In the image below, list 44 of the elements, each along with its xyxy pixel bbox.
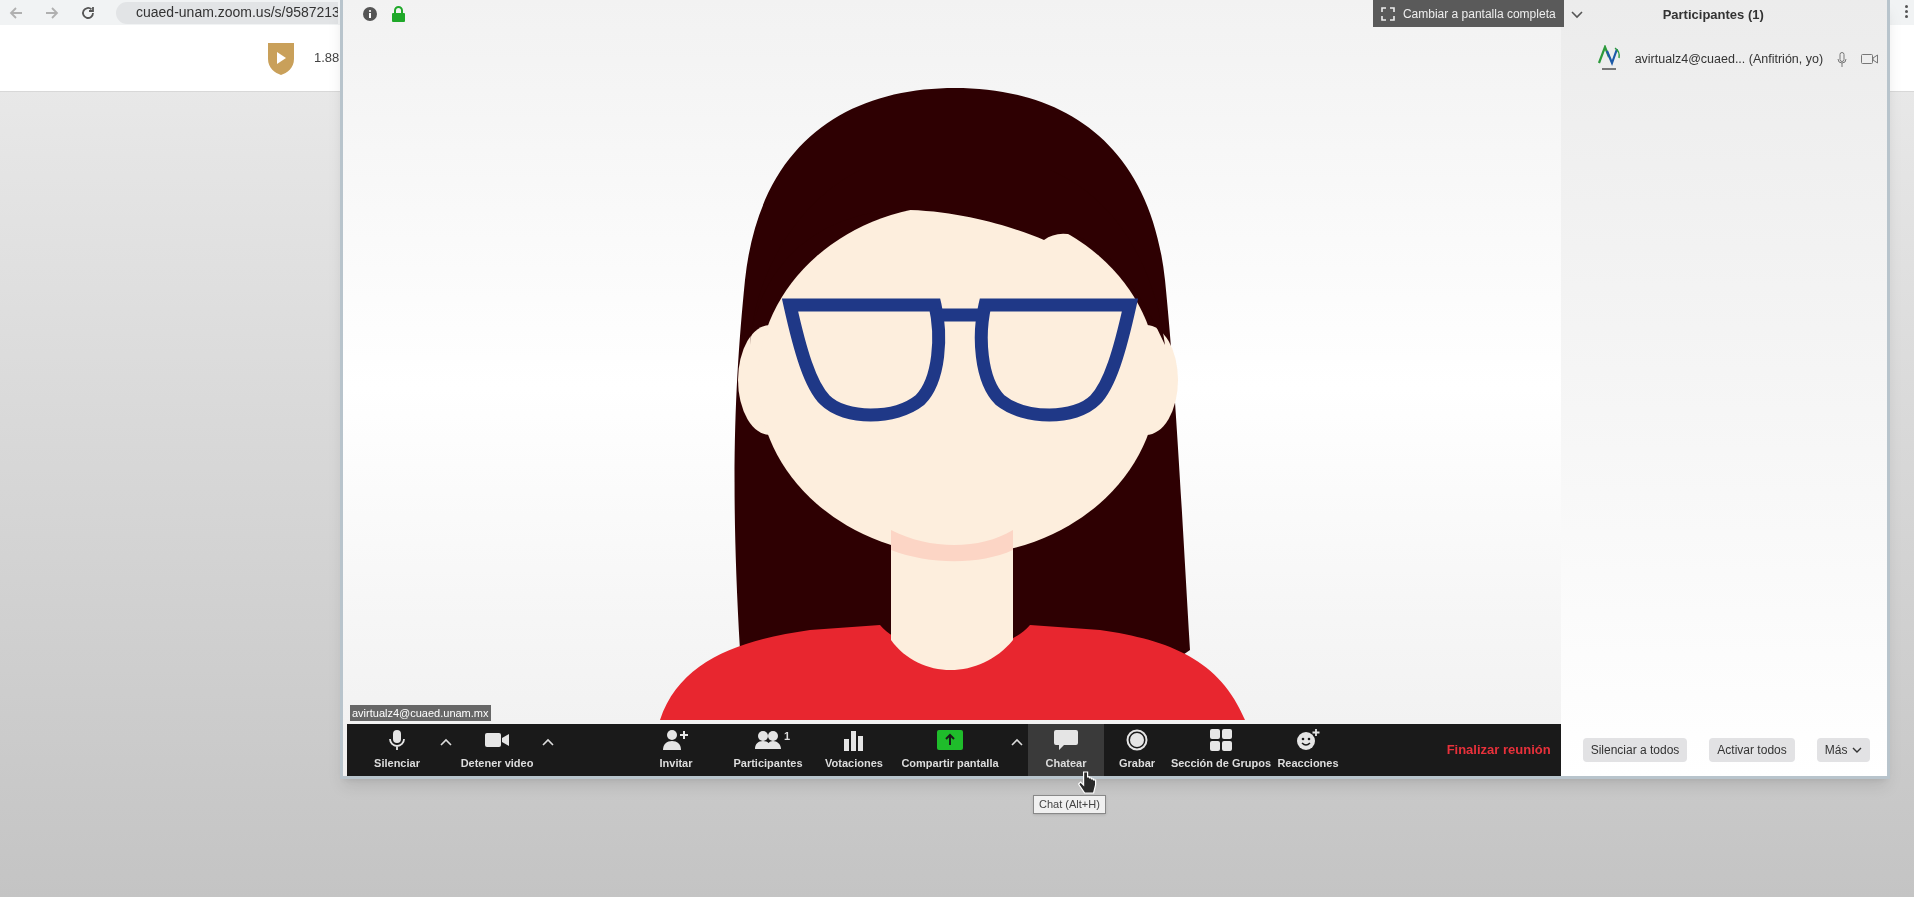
toolbar-button[interactable]: Reacciones [1276, 724, 1340, 776]
toolbar-button[interactable]: Votaciones [814, 724, 894, 776]
tooltip: Chat (Alt+H) [1033, 795, 1106, 814]
toolbar-button[interactable]: Detener video [457, 724, 537, 776]
toolbar-button[interactable]: Chatear [1028, 724, 1104, 776]
panel-button[interactable]: Más [1816, 738, 1871, 762]
fullscreen-button[interactable]: Cambiar a pantalla completa [1372, 0, 1564, 27]
chevron-down-icon [1852, 747, 1863, 753]
video-camera-icon[interactable] [1861, 53, 1879, 65]
kebab-menu-icon[interactable] [1905, 5, 1908, 18]
record-icon [1126, 728, 1148, 751]
reload-icon[interactable] [80, 4, 96, 21]
toolbar-button[interactable]: Invitar [644, 724, 708, 776]
panel-title: Participantes (1) [1662, 6, 1764, 25]
lock-icon[interactable] [392, 6, 405, 22]
toolbar-button[interactable]: Participantes 1 [722, 724, 814, 776]
page-text: 1.88 [314, 49, 340, 68]
fullscreen-icon [1380, 6, 1395, 21]
toolbar-button[interactable]: Compartir pantalla [894, 724, 1006, 776]
participant-count: 1 [784, 729, 791, 744]
smiley-icon [1296, 728, 1320, 751]
info-icon[interactable] [363, 7, 377, 21]
caret-up-icon[interactable] [440, 738, 452, 746]
bar-chart-icon [844, 728, 864, 751]
mic-icon [386, 728, 408, 751]
name-label: avirtualz4@cuaed.unam.mx [350, 705, 491, 721]
share-screen-icon [937, 729, 963, 750]
panel-button[interactable]: Silenciar a todos [1582, 738, 1688, 762]
toolbar-button[interactable]: Silenciar [359, 724, 435, 776]
mic-icon[interactable] [1837, 51, 1848, 67]
end-meeting-button[interactable]: Finalizar reunión [1436, 724, 1561, 776]
grid-icon [1210, 728, 1232, 751]
people-icon [755, 728, 781, 751]
panel-button[interactable]: Activar todos [1709, 738, 1795, 762]
toolbar-button[interactable]: Grabar [1108, 724, 1166, 776]
caret-up-icon[interactable] [1011, 738, 1023, 746]
avatar-logo-icon [1596, 45, 1621, 73]
speech-bubble-icon [1054, 728, 1078, 751]
participant-name: avirtualz4@cuaed... (Anfitrión, yo) [1634, 50, 1824, 68]
toolbar-button[interactable]: Sección de Grupos [1166, 724, 1276, 776]
chevron-down-icon[interactable] [1570, 11, 1583, 19]
add-person-icon [663, 728, 689, 751]
caret-up-icon[interactable] [542, 738, 554, 746]
crest-logo-icon [265, 40, 297, 76]
